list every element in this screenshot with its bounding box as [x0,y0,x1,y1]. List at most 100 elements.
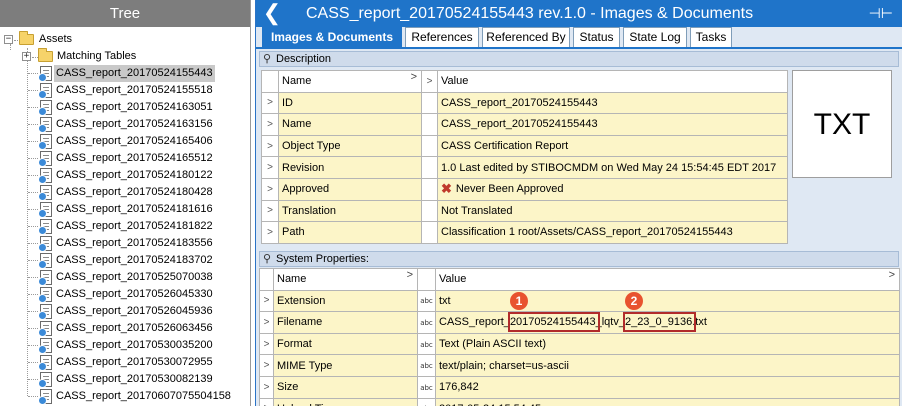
property-value[interactable]: Classification 1 root/Assets/CASS_report… [437,221,788,244]
chevron-right-icon[interactable]: > [259,354,274,377]
chevron-right-icon[interactable]: > [259,397,274,406]
pin-icon[interactable]: ⚲ [263,252,271,266]
chevron-right-icon: > [421,70,438,93]
table-row[interactable]: > MIME Type abc text/plain; charset=us-asci… [259,354,900,377]
property-value-text: txt [439,294,451,307]
chevron-right-icon[interactable]: > [259,332,274,356]
tree-item[interactable]: CASS_report_20170524163051 [0,99,250,116]
table-row[interactable]: > Extension abc txt [259,289,900,313]
tree-item[interactable]: CASS_report_20170524163156 [0,116,250,133]
property-value-text: CASS Certification Report [441,140,569,153]
tree-item[interactable]: CASS_report_20170526045936 [0,303,250,320]
row-gutter: abc [417,354,436,377]
tab-tasks[interactable]: Tasks [690,27,732,47]
property-value[interactable]: 1.0 Last edited by STIBOCMDM on Wed May … [437,156,788,179]
tree-item[interactable]: CASS_report_20170524181822 [0,218,250,235]
tab-references[interactable]: References [405,27,479,47]
pin-button[interactable]: ⊣⊢ [869,3,893,23]
property-name: Filename [273,311,418,334]
chevron-right-icon[interactable]: > [261,134,279,158]
section-label: System Properties: [276,253,369,265]
table-row[interactable]: > Revision 1.0 Last edited by STIBOCMDM on… [261,156,788,179]
file-thumbnail[interactable]: TXT [792,70,892,178]
table-row[interactable]: > Approved ✖ Never Been Approved [261,177,788,201]
chevron-right-icon[interactable]: > [261,91,279,115]
tree-item[interactable]: CASS_report_20170526045330 [0,286,250,303]
property-value[interactable]: 176,842 [435,375,900,399]
tree-item[interactable]: CASS_report_20170524183556 [0,235,250,252]
property-value[interactable]: CASS_report_20170524155443 [437,113,788,136]
property-value[interactable]: Text (Plain ASCII text) [435,332,900,356]
tree-item[interactable]: CASS_report_20170524165512 [0,150,250,167]
tree-item-label: CASS_report_20170524165512 [56,152,213,164]
table-row[interactable]: > Path Classification 1 root/Assets/CASS_r… [261,221,788,244]
tree-item[interactable]: CASS_report_20170524183702 [0,252,250,269]
property-value-text: text/plain; charset=us-ascii [439,359,569,372]
column-header-name[interactable]: Name > [278,70,422,93]
chevron-right-icon[interactable]: > [259,289,274,313]
tree-item[interactable]: CASS_report_20170524181616 [0,201,250,218]
tab-referenced-by[interactable]: Referenced By [482,27,570,47]
table-header-row: Name > > Value [261,70,788,93]
tree-item[interactable]: CASS_report_20170524155518 [0,82,250,99]
table-row[interactable]: >Upload Timeabc2017-05-24 15:54:45 [259,397,900,406]
tree-item[interactable]: CASS_report_20170524165406 [0,133,250,150]
property-value[interactable]: Not Translated [437,199,788,223]
table-row[interactable]: > Object Type CASS Certification Report [261,134,788,158]
chevron-right-icon[interactable]: > [261,113,279,136]
system-properties-section-header[interactable]: ⚲ System Properties: [259,251,899,267]
property-value[interactable]: 2017-05-24 15:54:45 [435,397,900,406]
description-section-header[interactable]: ⚲ Description [259,51,899,67]
tree-item[interactable]: CASS_report_20170524155443 [0,65,250,82]
expand-icon[interactable]: + [22,52,31,61]
chevron-right-icon[interactable]: > [261,177,279,201]
text-type-icon: abc [420,383,433,392]
property-value[interactable]: CASS Certification Report [437,134,788,158]
tree-item[interactable]: CASS_report_20170530082139 [0,371,250,388]
tab-status[interactable]: Status [573,27,620,47]
table-row[interactable]: > Translation Not Translated [261,199,788,223]
back-button[interactable]: ❮ [262,1,282,26]
tree-connector [28,192,38,193]
document-icon [38,100,52,116]
tree-item[interactable]: CASS_report_20170524180122 [0,167,250,184]
text-type-icon: abc [420,340,433,349]
property-value-text: CASS_report_20170524155443 [441,118,598,131]
row-gutter [421,221,438,244]
column-header-value[interactable]: Value [437,70,788,93]
column-header-name[interactable]: Name > [273,268,418,291]
property-value[interactable]: text/plain; charset=us-ascii [435,354,900,377]
tree-item[interactable]: CASS_report_20170526063456 [0,320,250,337]
tab-images-documents[interactable]: Images & Documents [262,27,402,47]
table-row[interactable]: > ID CASS_report_20170524155443 [261,91,788,115]
chevron-right-icon[interactable]: > [259,311,274,334]
tree-item-label: CASS_report_20170524181822 [56,220,213,232]
chevron-right-icon[interactable]: > [261,199,279,223]
tree-item-label: CASS_report_20170524181616 [56,203,213,215]
chevron-right-icon[interactable]: > [261,156,279,179]
document-icon [38,321,52,337]
tree-item[interactable]: CASS_report_20170530072955 [0,354,250,371]
table-row[interactable]: > Name CASS_report_20170524155443 [261,113,788,136]
red-x-icon: ✖ [441,181,452,197]
chevron-right-icon[interactable]: > [261,221,279,244]
property-value[interactable]: ✖ Never Been Approved [437,177,788,201]
table-row[interactable]: > Format abc Text (Plain ASCII text) [259,332,900,356]
chevron-right-icon[interactable]: > [259,375,274,399]
document-icon [38,287,52,303]
tree-node-matching-tables[interactable]: + Matching Tables [0,48,250,65]
property-value[interactable]: txt [435,289,900,313]
row-gutter: abc [417,397,436,406]
collapse-icon[interactable]: − [4,35,13,44]
tree-item[interactable]: CASS_report_20170524180428 [0,184,250,201]
description-table: Name > > Value > ID CASS_report_20170524155… [261,70,788,244]
tree-item[interactable]: CASS_report_20170525070038 [0,269,250,286]
tree-node-assets[interactable]: − Assets [0,31,250,48]
pin-icon[interactable]: ⚲ [263,52,271,66]
tree-item[interactable]: CASS_report_20170530035200 [0,337,250,354]
column-header-value[interactable]: Value > [435,268,900,291]
table-row[interactable]: > Size abc 176,842 [259,375,900,399]
property-value[interactable]: CASS_report_20170524155443 [437,91,788,115]
tree-item[interactable]: CASS_report_20170607075504158 [0,388,250,405]
tab-state-log[interactable]: State Log [623,27,687,47]
